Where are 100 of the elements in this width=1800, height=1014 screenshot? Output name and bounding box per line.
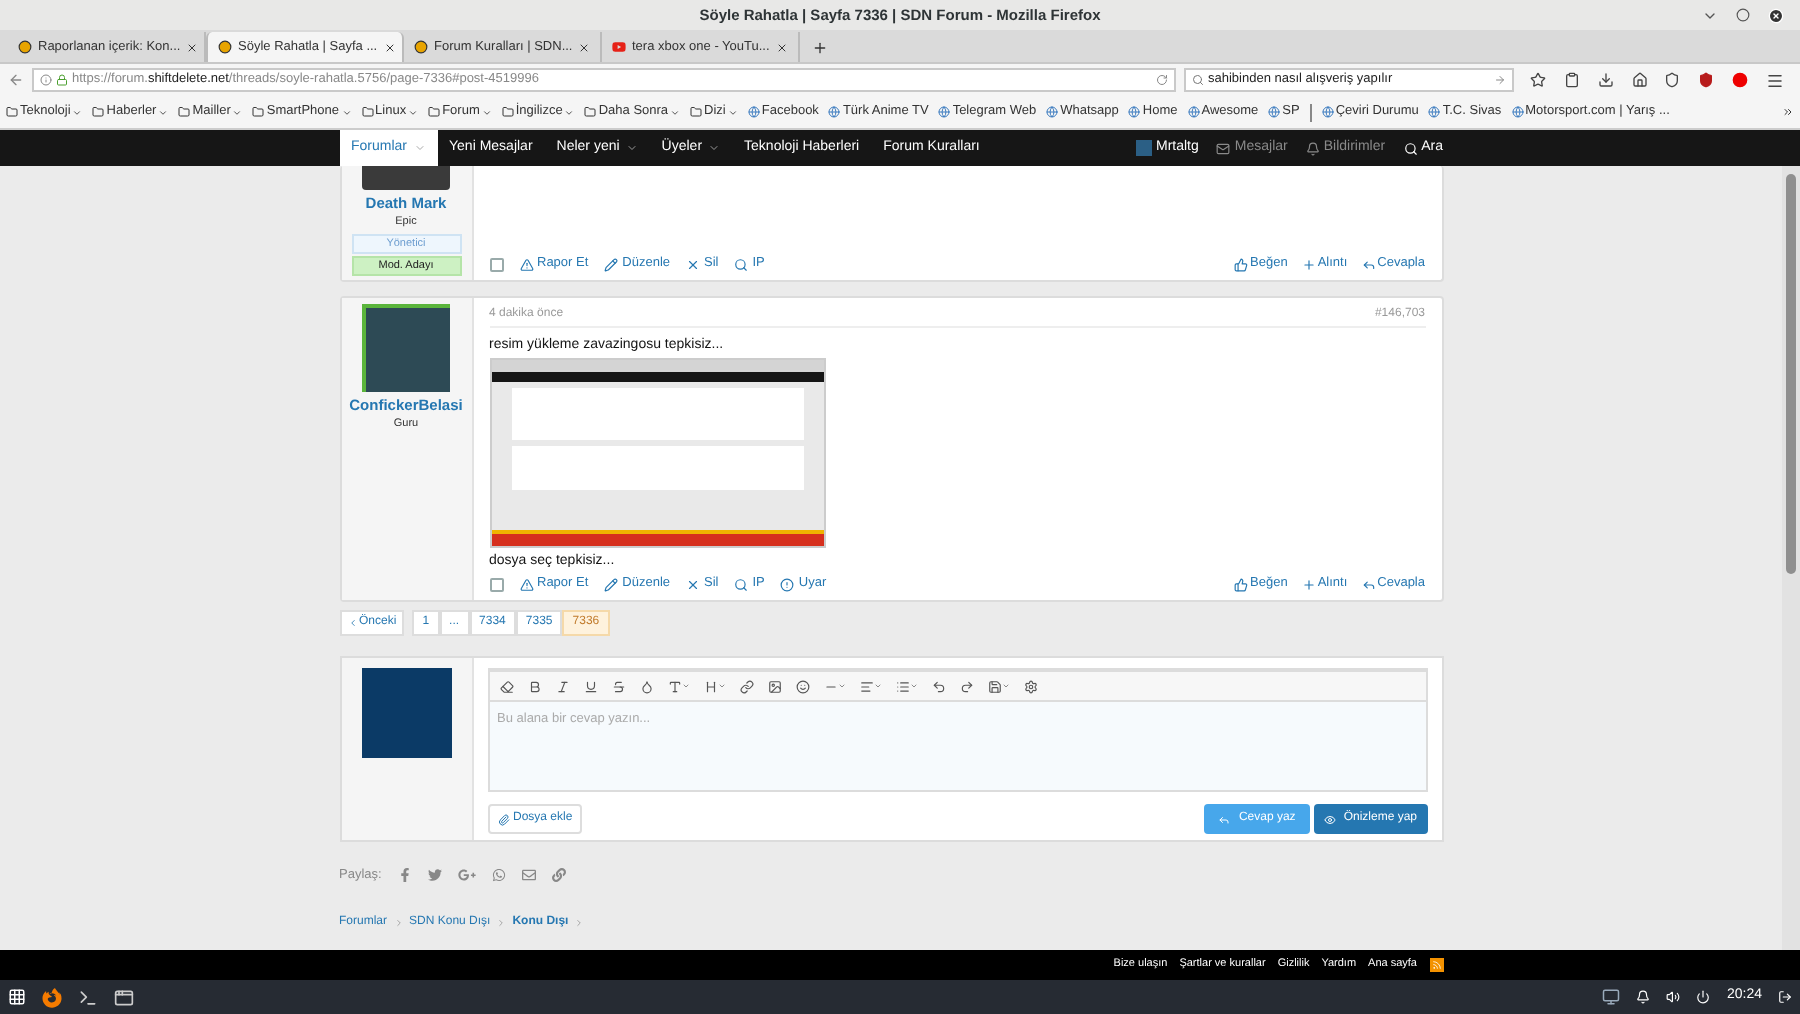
italic-icon (555, 679, 569, 693)
list-icon (895, 679, 909, 693)
terminal-icon[interactable] (78, 987, 98, 1007)
reply-icon (1361, 577, 1376, 591)
new-tab-icon[interactable] (812, 40, 828, 56)
site-favicon-icon (18, 40, 32, 54)
chevron-down-icon (670, 107, 681, 117)
folder-icon (6, 106, 18, 118)
toolbar-button[interactable] (555, 679, 569, 693)
eraser-icon (499, 679, 513, 693)
video-favicon-icon (612, 40, 626, 54)
bell-icon[interactable] (1636, 990, 1651, 1004)
link-icon[interactable] (551, 868, 566, 883)
globe-icon (1046, 106, 1059, 118)
toolbar-button[interactable] (795, 679, 809, 693)
toolbar-button[interactable] (611, 679, 625, 693)
caret-icon (708, 142, 721, 154)
eye-icon (1323, 813, 1336, 825)
chevron-down-icon (341, 107, 352, 117)
font-icon (667, 679, 681, 693)
chevron-left-icon (347, 618, 357, 628)
chevron-down-icon (408, 107, 419, 117)
bookmark-star-icon[interactable] (1530, 72, 1547, 88)
toolbar-button[interactable] (583, 679, 597, 693)
bold-icon (527, 679, 541, 693)
plus-icon (1301, 577, 1316, 591)
globe-icon (1268, 106, 1281, 118)
shield-icon[interactable] (1698, 72, 1715, 88)
stop-icon[interactable] (1731, 72, 1748, 88)
chevron-down-icon (481, 107, 492, 117)
smiley-icon (795, 679, 809, 693)
chevron-right-icon (496, 917, 507, 928)
twitter-icon[interactable] (427, 868, 442, 883)
close-tab-icon[interactable] (186, 41, 199, 53)
toolbar-button[interactable] (739, 679, 753, 693)
site-favicon-icon (414, 40, 428, 54)
download-icon[interactable] (1597, 72, 1614, 88)
home-icon[interactable] (1631, 72, 1648, 88)
toolbar-button[interactable] (931, 679, 945, 693)
rss-icon[interactable] (1429, 958, 1443, 972)
close-tab-icon[interactable] (383, 41, 396, 53)
network-icon[interactable] (1602, 988, 1621, 1006)
x-icon (686, 257, 701, 271)
globe-icon (938, 106, 951, 118)
mail-icon[interactable] (521, 868, 536, 883)
globe-icon (1428, 106, 1441, 118)
chevron-right-icon (574, 917, 585, 928)
volume-icon[interactable] (1666, 990, 1681, 1004)
chevron-down-icon (232, 107, 243, 117)
avatar-placeholder (362, 166, 450, 190)
menu-icon[interactable] (1765, 71, 1784, 89)
folder-icon (178, 106, 191, 118)
chevron-down-icon (158, 107, 169, 117)
select-checkbox[interactable] (489, 577, 503, 591)
search-icon (734, 257, 749, 271)
thumbs-up-icon (1234, 257, 1249, 271)
power-icon[interactable] (1696, 990, 1711, 1004)
toolbar-button[interactable] (639, 679, 653, 693)
maximize-icon[interactable] (1736, 8, 1750, 22)
reply-icon (1361, 257, 1376, 271)
warning-icon (519, 577, 533, 591)
globe-icon (1511, 106, 1524, 118)
close-tab-icon[interactable] (776, 41, 788, 53)
toolbar-button[interactable] (527, 679, 541, 693)
close-tab-icon[interactable] (578, 41, 591, 53)
caret-icon (413, 142, 426, 154)
back-icon[interactable] (8, 72, 24, 88)
globe-icon (747, 106, 760, 118)
folder-icon (92, 106, 105, 118)
chevron-down-icon (72, 107, 83, 117)
folder-icon (584, 106, 597, 118)
settings-icon (1023, 679, 1037, 693)
link-icon (739, 679, 753, 693)
pencil-icon (604, 257, 619, 271)
logout-icon[interactable] (1778, 990, 1792, 1004)
reload-icon[interactable] (1156, 74, 1168, 86)
firefox-icon[interactable] (42, 987, 62, 1007)
whatsapp-icon[interactable] (491, 868, 506, 883)
facebook-icon[interactable] (397, 868, 412, 883)
thumbs-up-icon (1234, 577, 1249, 591)
droplet-icon (639, 679, 653, 693)
more-bookmarks-icon[interactable] (1782, 106, 1794, 118)
info-icon (40, 74, 52, 86)
font-size-icon (703, 679, 717, 693)
clipboard-icon[interactable] (1564, 72, 1581, 88)
select-checkbox[interactable] (489, 257, 503, 271)
app-menu-icon[interactable] (8, 988, 26, 1006)
toolbar-button[interactable] (767, 679, 781, 693)
toolbar-button[interactable] (959, 679, 973, 693)
pencil-icon (604, 577, 619, 591)
globe-icon (828, 106, 841, 118)
google-plus-icon[interactable] (457, 866, 476, 885)
toolbar-button[interactable] (1023, 679, 1037, 693)
chevron-right-icon (393, 917, 404, 928)
underline-icon (583, 679, 597, 693)
toolbar-button[interactable] (499, 679, 513, 693)
search-icon (1403, 141, 1418, 155)
window-icon[interactable] (114, 987, 134, 1007)
close-icon[interactable] (1768, 7, 1784, 23)
user-avatar-icon (1136, 140, 1152, 156)
